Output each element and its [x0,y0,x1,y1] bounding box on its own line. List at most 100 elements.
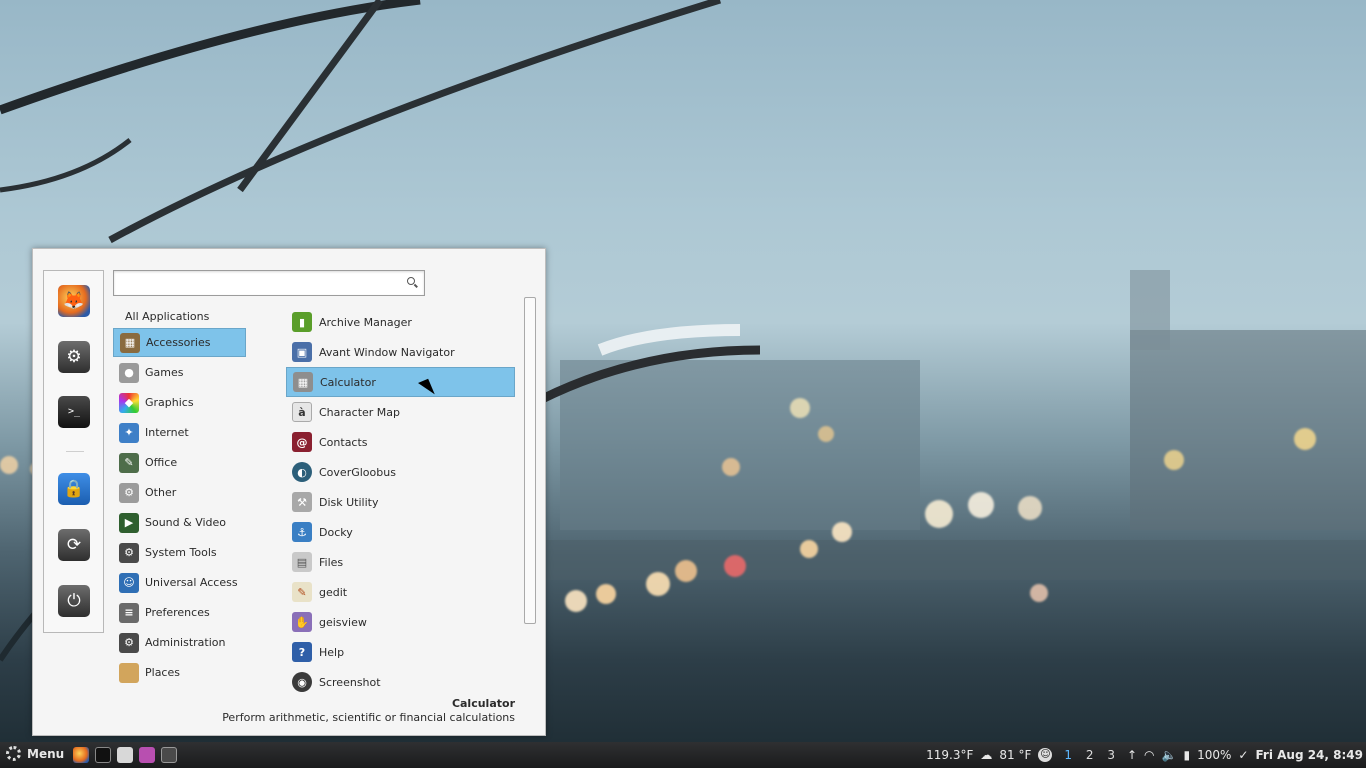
workspace-2[interactable]: 2 [1081,748,1099,762]
selected-app-description: Perform arithmetic, scientific or financ… [222,711,515,724]
app-label: Help [319,645,345,659]
app-label: Archive Manager [319,315,412,329]
firefox-launcher-icon[interactable] [73,747,89,763]
category-games[interactable]: ● Games [113,358,246,387]
category-places[interactable]: Places [113,658,246,687]
category-label: Graphics [145,396,194,409]
category-other[interactable]: ⚙ Other [113,478,246,507]
universal-access-icon: ☺ [119,572,139,593]
workspace-switcher: 1 2 3 [1059,748,1120,762]
bokeh-light [832,522,852,542]
disk-utility-icon: ⚒ [292,492,312,512]
bokeh-light [1018,496,1042,520]
accessories-icon: ▦ [120,332,140,353]
category-label: Administration [145,636,226,649]
category-label: Sound & Video [145,516,227,529]
app-screenshot[interactable]: ◉ Screenshot [286,667,515,697]
preferences-icon: ≡ [119,602,139,623]
other-icon: ⚙ [119,482,139,503]
menu-button[interactable]: Menu [6,746,64,761]
workspace-3[interactable]: 3 [1102,748,1120,762]
app-files[interactable]: ▤ Files [286,547,515,577]
system-settings-icon[interactable]: ⚙ [58,341,90,373]
search-box[interactable] [113,270,425,296]
app-help[interactable]: ? Help [286,637,515,667]
firefox-glyph: 🦊 [63,290,85,311]
category-preferences[interactable]: ≡ Preferences [113,598,246,627]
workspace-1[interactable]: 1 [1059,748,1077,762]
app-label: Contacts [319,435,368,449]
category-universal-access[interactable]: ☺ Universal Access [113,568,246,597]
favorites-panel: 🦊 ⚙ >_ 🔒 ⟳ ⏻ [43,270,104,633]
app-avant-window-navigator[interactable]: ▣ Avant Window Navigator [286,337,515,367]
clock[interactable]: Fri Aug 24, 8:49 [1255,748,1363,762]
category-administration[interactable]: ⚙ Administration [113,628,246,657]
app-character-map[interactable]: à Character Map [286,397,515,427]
search-icon[interactable] [407,277,419,289]
bokeh-light [925,500,953,528]
notification-icon[interactable]: ✓ [1238,748,1248,762]
games-icon: ● [119,362,139,383]
category-label: Games [145,366,184,379]
app-geisview[interactable]: ✋ geisview [286,607,515,637]
category-graphics[interactable]: ◆ Graphics [113,388,246,417]
app-label: geisview [319,615,367,629]
terminal-glyph: >_ [67,406,81,417]
bokeh-light [646,572,670,596]
app-calculator[interactable]: ▦ Calculator [286,367,515,397]
bokeh-light [1030,584,1048,602]
shutdown-icon[interactable]: ⏻ [58,585,90,617]
app-contacts[interactable]: @ Contacts [286,427,515,457]
category-sound-video[interactable]: ▶ Sound & Video [113,508,246,537]
logout-icon[interactable]: ⟳ [58,529,90,561]
bokeh-light [818,426,834,442]
temperature-reading: 119.3°F [926,748,974,762]
app-disk-utility[interactable]: ⚒ Disk Utility [286,487,515,517]
volume-icon[interactable]: 🔈 [1162,748,1177,762]
shutdown-glyph: ⏻ [67,590,81,611]
battery-icon[interactable]: ▮ [1183,748,1190,762]
media-player-launcher-icon[interactable] [139,747,155,763]
menu-label: Menu [27,746,65,761]
files-launcher-icon[interactable] [117,747,133,763]
category-system-tools[interactable]: ⚙ System Tools [113,538,246,567]
app-covergloobus[interactable]: ◐ CoverGloobus [286,457,515,487]
category-label: Accessories [146,336,211,349]
category-accessories[interactable]: ▦ Accessories [113,328,246,357]
terminal-launcher-icon[interactable] [95,747,111,763]
sound-video-icon: ▶ [119,512,139,533]
bokeh-light [565,590,587,612]
lock-screen-icon[interactable]: 🔒 [58,473,90,505]
app-archive-manager[interactable]: ▮ Archive Manager [286,307,515,337]
terminal-icon[interactable]: >_ [58,396,90,428]
category-label: Places [145,666,180,679]
app-label: Files [319,555,344,569]
app-label: Calculator [320,375,376,389]
firefox-icon[interactable]: 🦊 [58,285,90,317]
update-arrow-icon[interactable]: ↑ [1127,748,1137,762]
settings-launcher-icon[interactable] [161,747,177,763]
wifi-icon[interactable]: ◠ [1144,748,1154,762]
all-applications-header[interactable]: All Applications [125,310,209,323]
archive-manager-icon: ▮ [292,312,312,332]
category-internet[interactable]: ✦ Internet [113,418,246,447]
category-office[interactable]: ✎ Office [113,448,246,477]
accessibility-icon[interactable]: ☺ [1038,748,1053,762]
app-docky[interactable]: ⚓ Docky [286,517,515,547]
system-tools-icon: ⚙ [119,542,139,563]
weather-icon[interactable]: ☁ [980,748,992,762]
weather-temperature[interactable]: 81 °F [999,748,1031,762]
docky-icon: ⚓ [292,522,312,542]
app-gedit[interactable]: ✎ gedit [286,577,515,607]
app-label: Avant Window Navigator [319,345,455,359]
category-label: Internet [145,426,189,439]
bokeh-light [968,492,994,518]
app-label: Character Map [319,405,401,419]
bokeh-light [0,456,18,474]
category-label: Universal Access [145,576,238,589]
app-list-scrollbar[interactable] [524,297,536,624]
search-input[interactable] [118,275,398,291]
bokeh-light [596,584,616,604]
app-label: CoverGloobus [319,465,396,479]
category-label: Preferences [145,606,210,619]
